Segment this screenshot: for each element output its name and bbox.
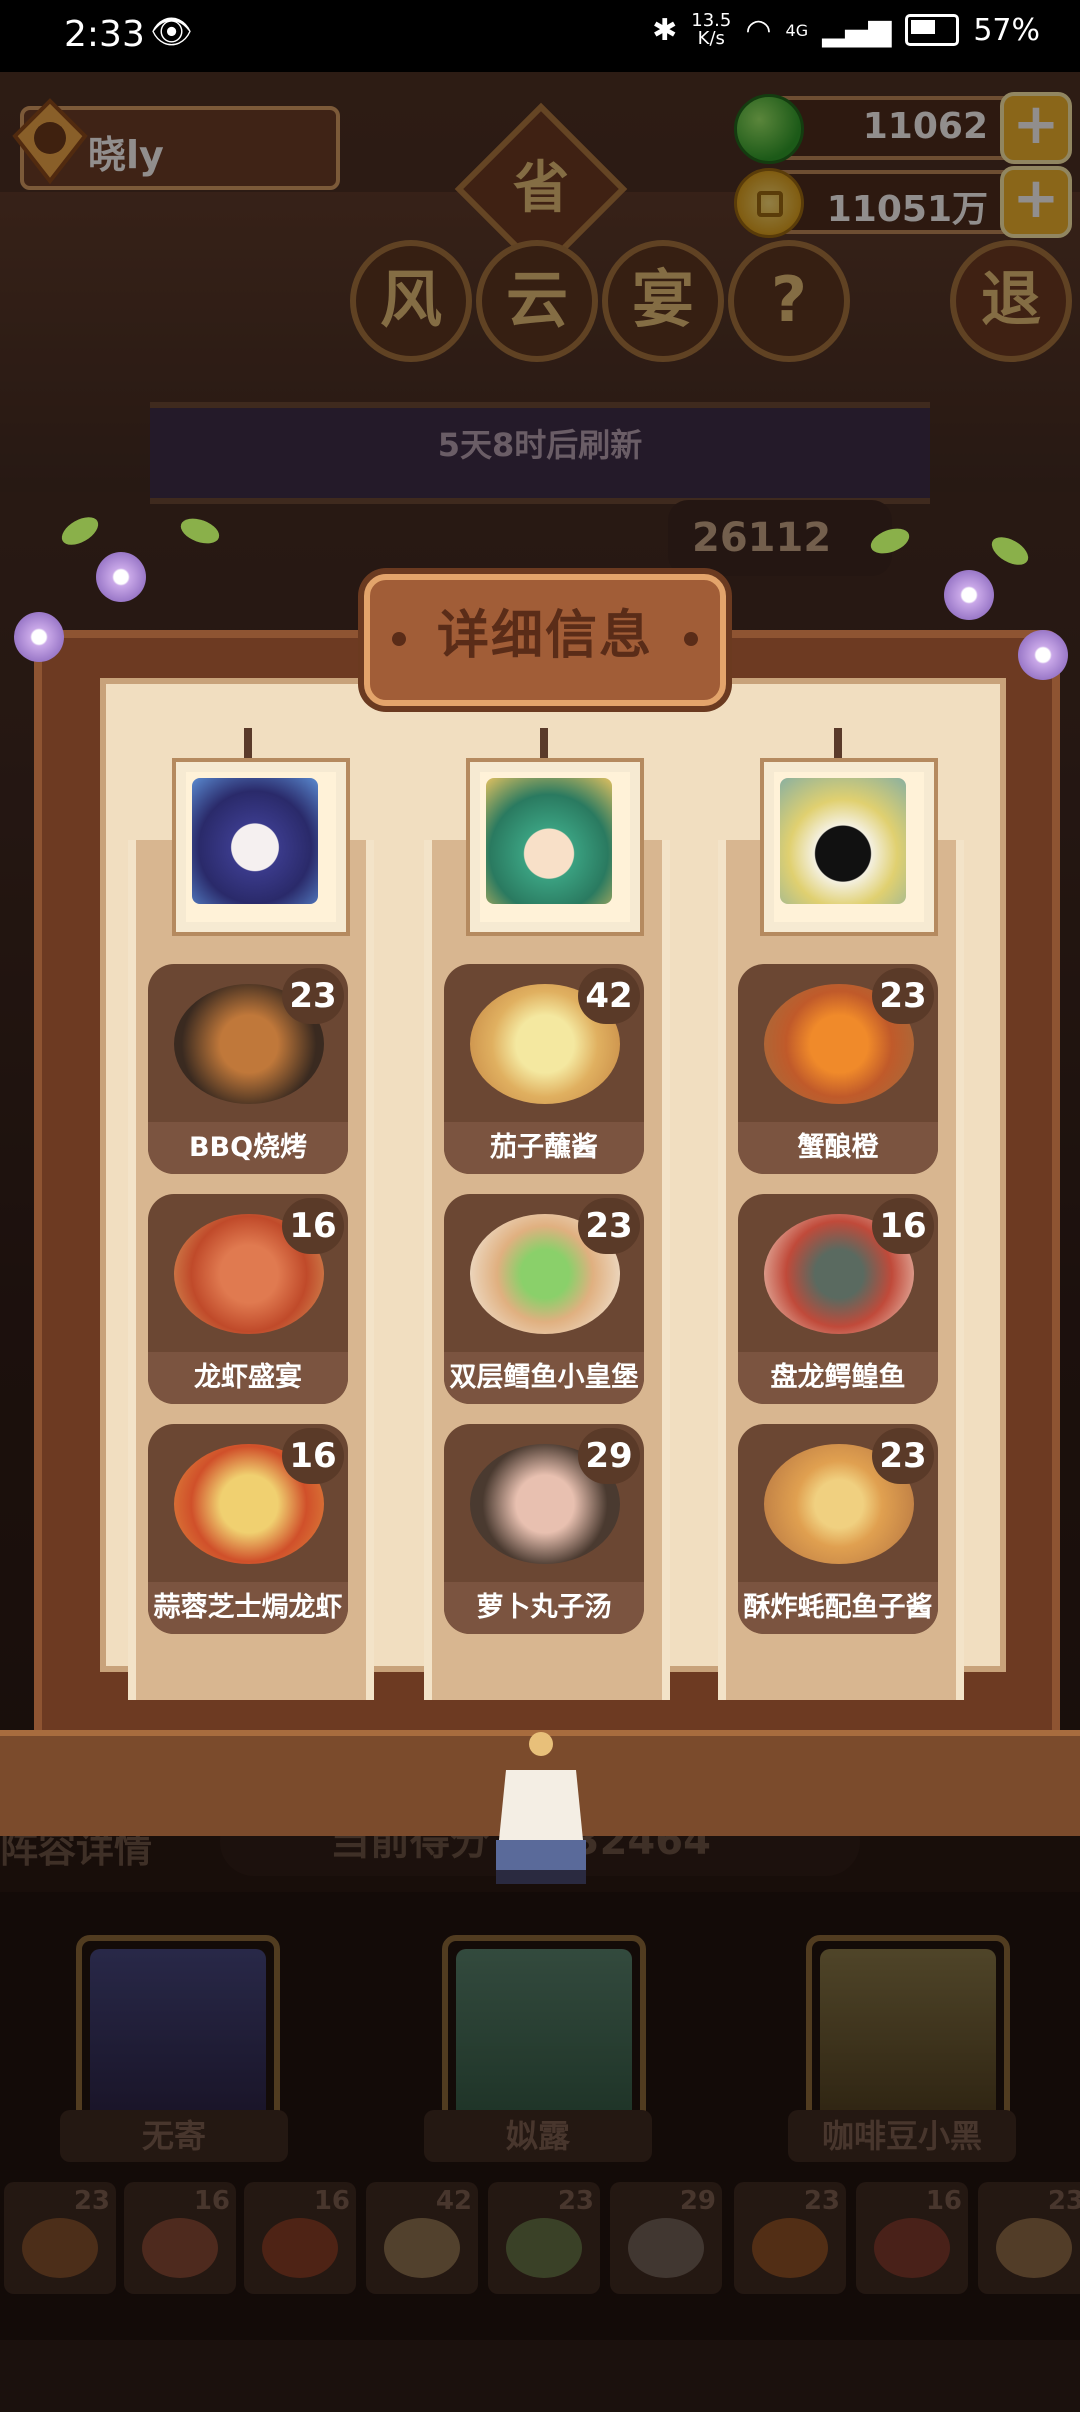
dish-name: 龙虾盛宴 — [148, 1352, 348, 1404]
hanging-tassel-icon[interactable] — [486, 1730, 596, 1890]
status-time: 2:33 — [64, 14, 145, 55]
dish-name: 盘龙鳄鳇鱼 — [738, 1352, 938, 1404]
dish-name: 双层鳕鱼小皇堡 — [444, 1352, 644, 1404]
dish-name: 酥炸蚝配鱼子酱 — [738, 1582, 938, 1634]
character-face-icon — [780, 778, 906, 904]
modal-title-plate: 详细信息 — [364, 574, 726, 706]
status-icons: ✱ 13.5 K/s ◠ 4G ▂▄▆ 57% — [652, 12, 1040, 48]
title-dot-right — [684, 632, 698, 646]
pin-icon — [540, 728, 548, 762]
modal-title: 详细信息 — [436, 606, 653, 666]
signal-icon: ▂▄▆ — [822, 12, 892, 48]
battery-icon — [905, 14, 960, 46]
dish-name: 蒜蓉芝士焗龙虾 — [148, 1582, 348, 1634]
flower-icon — [944, 570, 994, 620]
dish-count: 23 — [578, 1198, 640, 1254]
dish-count: 23 — [282, 968, 344, 1024]
dish-name: 萝卜丸子汤 — [444, 1582, 644, 1634]
dish-card[interactable]: 42 茄子蘸酱 — [444, 964, 644, 1174]
net-speed: 13.5 K/s — [691, 10, 732, 49]
flower-icon — [1018, 630, 1068, 680]
dish-count: 16 — [282, 1198, 344, 1254]
dish-count: 29 — [578, 1428, 640, 1484]
status-bar: 2:33 👁 ✱ 13.5 K/s ◠ 4G ▂▄▆ 57% — [0, 0, 1080, 72]
bluetooth-icon: ✱ — [652, 12, 678, 48]
character-face-icon — [486, 778, 612, 904]
signal-label: 4G — [785, 20, 809, 40]
dish-card[interactable]: 29 萝卜丸子汤 — [444, 1424, 644, 1634]
dish-card[interactable]: 23 双层鳕鱼小皇堡 — [444, 1194, 644, 1404]
dish-card[interactable]: 16 蒜蓉芝士焗龙虾 — [148, 1424, 348, 1634]
character-portrait-1[interactable] — [176, 762, 346, 932]
flower-icon — [96, 552, 146, 602]
character-face-icon — [192, 778, 318, 904]
dish-count: 23 — [872, 968, 934, 1024]
dish-count: 42 — [578, 968, 640, 1024]
dish-name: 蟹酿橙 — [738, 1122, 938, 1174]
dish-count: 16 — [282, 1428, 344, 1484]
dish-card[interactable]: 23 BBQ烧烤 — [148, 964, 348, 1174]
dish-name: 茄子蘸酱 — [444, 1122, 644, 1174]
pin-icon — [834, 728, 842, 762]
wifi-icon: ◠ — [745, 12, 772, 48]
dish-card[interactable]: 23 蟹酿橙 — [738, 964, 938, 1174]
dish-name: BBQ烧烤 — [148, 1122, 348, 1174]
dish-card[interactable]: 16 盘龙鳄鳇鱼 — [738, 1194, 938, 1404]
dish-count: 16 — [872, 1198, 934, 1254]
character-portrait-2[interactable] — [470, 762, 640, 932]
dish-card[interactable]: 16 龙虾盛宴 — [148, 1194, 348, 1404]
flower-icon — [14, 612, 64, 662]
character-portrait-3[interactable] — [764, 762, 934, 932]
dish-card[interactable]: 23 酥炸蚝配鱼子酱 — [738, 1424, 938, 1634]
pin-icon — [244, 728, 252, 762]
eye-icon: 👁 — [150, 12, 194, 52]
dish-count: 23 — [872, 1428, 934, 1484]
battery-percent: 57% — [973, 12, 1040, 48]
